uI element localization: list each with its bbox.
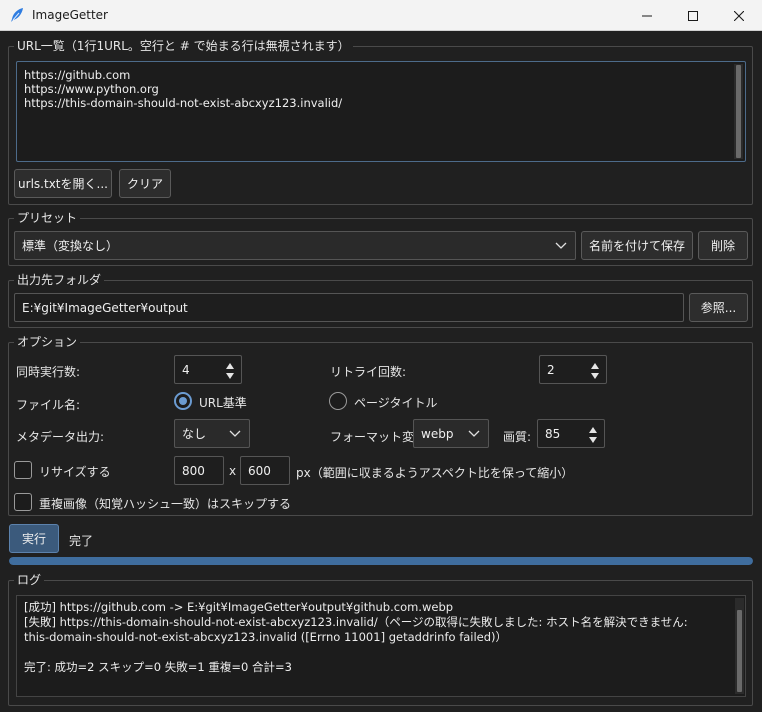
- preset-selected-value: 標準（変換なし）: [22, 239, 119, 253]
- maximize-icon: [688, 10, 698, 21]
- quality-spinbox[interactable]: 85: [537, 419, 605, 448]
- close-button[interactable]: [716, 0, 762, 31]
- filename-title-radio[interactable]: [329, 392, 347, 410]
- metadata-select[interactable]: なし: [174, 419, 250, 448]
- concurrency-value: 4: [182, 362, 190, 377]
- resize-x-label: x: [229, 464, 237, 478]
- output-path-input[interactable]: E:¥git¥ImageGetter¥output: [14, 293, 684, 322]
- spin-arrows-icon: [226, 363, 234, 379]
- progress-fill: [9, 557, 753, 565]
- browse-button[interactable]: 参照...: [689, 293, 748, 322]
- spin-arrows-icon: [589, 427, 597, 443]
- url-line: https://www.python.org: [24, 82, 159, 96]
- url-line: https://this-domain-should-not-exist-abc…: [24, 96, 343, 110]
- spin-arrows-icon: [591, 363, 599, 379]
- chevron-down-icon: [229, 430, 241, 437]
- log-line: 完了: 成功=2 スキップ=0 失敗=1 重複=0 合計=3: [24, 660, 292, 674]
- run-status: 完了: [69, 534, 94, 548]
- maximize-button[interactable]: [670, 0, 716, 31]
- resize-width-input[interactable]: 800: [174, 456, 224, 485]
- clear-button[interactable]: クリア: [119, 169, 171, 198]
- dedupe-checkbox[interactable]: [14, 493, 32, 511]
- log-scrollbar-thumb[interactable]: [737, 610, 742, 692]
- log-line: this-domain-should-not-exist-abcxyz123.i…: [24, 630, 508, 644]
- dedupe-label[interactable]: 重複画像（知覚ハッシュ一致）はスキップする: [39, 495, 291, 512]
- output-folder-legend: 出力先フォルダ: [14, 273, 105, 287]
- delete-preset-button[interactable]: 削除: [698, 231, 748, 260]
- filename-url-radio[interactable]: [174, 392, 192, 410]
- log-legend: ログ: [14, 573, 45, 587]
- log-line: ​: [24, 645, 738, 660]
- metadata-value: なし: [182, 427, 207, 441]
- feather-icon: [11, 8, 23, 22]
- resize-height-input[interactable]: 600: [240, 456, 290, 485]
- format-select[interactable]: webp: [413, 419, 489, 448]
- url-list-legend: URL一覧（1行1URL。空行と # で始まる行は無視されます）: [14, 39, 353, 53]
- preset-select[interactable]: 標準（変換なし）: [14, 231, 576, 260]
- log-line: [失敗] https://this-domain-should-not-exis…: [24, 615, 688, 629]
- metadata-label: メタデータ出力:: [16, 430, 105, 444]
- save-preset-button[interactable]: 名前を付けて保存: [581, 231, 693, 260]
- url-textarea[interactable]: https://github.com https://www.python.org…: [16, 61, 746, 162]
- retry-spinbox[interactable]: 2: [539, 355, 607, 384]
- quality-label: 画質:: [503, 430, 532, 444]
- concurrency-spinbox[interactable]: 4: [174, 355, 242, 384]
- filename-label: ファイル名:: [16, 398, 81, 412]
- window-title: ImageGetter: [32, 8, 108, 22]
- resize-checkbox[interactable]: [14, 461, 32, 479]
- preset-legend: プリセット: [14, 211, 81, 225]
- close-icon: [734, 10, 744, 21]
- run-button[interactable]: 実行: [9, 524, 59, 553]
- format-value: webp: [421, 426, 454, 441]
- minimize-icon: [642, 15, 652, 16]
- retry-value: 2: [547, 362, 555, 377]
- chevron-down-icon: [555, 242, 567, 249]
- open-urls-button[interactable]: urls.txtを開く...: [14, 169, 112, 198]
- minimize-button[interactable]: [624, 0, 670, 31]
- filename-url-label[interactable]: URL基準: [199, 394, 247, 411]
- title-bar: ImageGetter: [0, 0, 762, 31]
- chevron-down-icon: [468, 430, 480, 437]
- resize-label[interactable]: リサイズする: [39, 463, 111, 480]
- url-line: https://github.com: [24, 68, 131, 82]
- log-line: [成功] https://github.com -> E:¥git¥ImageG…: [24, 600, 454, 614]
- url-scrollbar-thumb[interactable]: [736, 65, 741, 158]
- concurrency-label: 同時実行数:: [16, 365, 81, 379]
- log-textbox[interactable]: [成功] https://github.com -> E:¥git¥ImageG…: [16, 595, 746, 697]
- progress-bar: [9, 557, 753, 565]
- retry-label: リトライ回数:: [330, 365, 407, 379]
- options-legend: オプション: [14, 335, 81, 349]
- quality-value: 85: [545, 426, 561, 441]
- resize-hint: px（範囲に収まるようアスペクト比を保って縮小）: [296, 466, 574, 480]
- filename-title-label[interactable]: ページタイトル: [354, 394, 438, 411]
